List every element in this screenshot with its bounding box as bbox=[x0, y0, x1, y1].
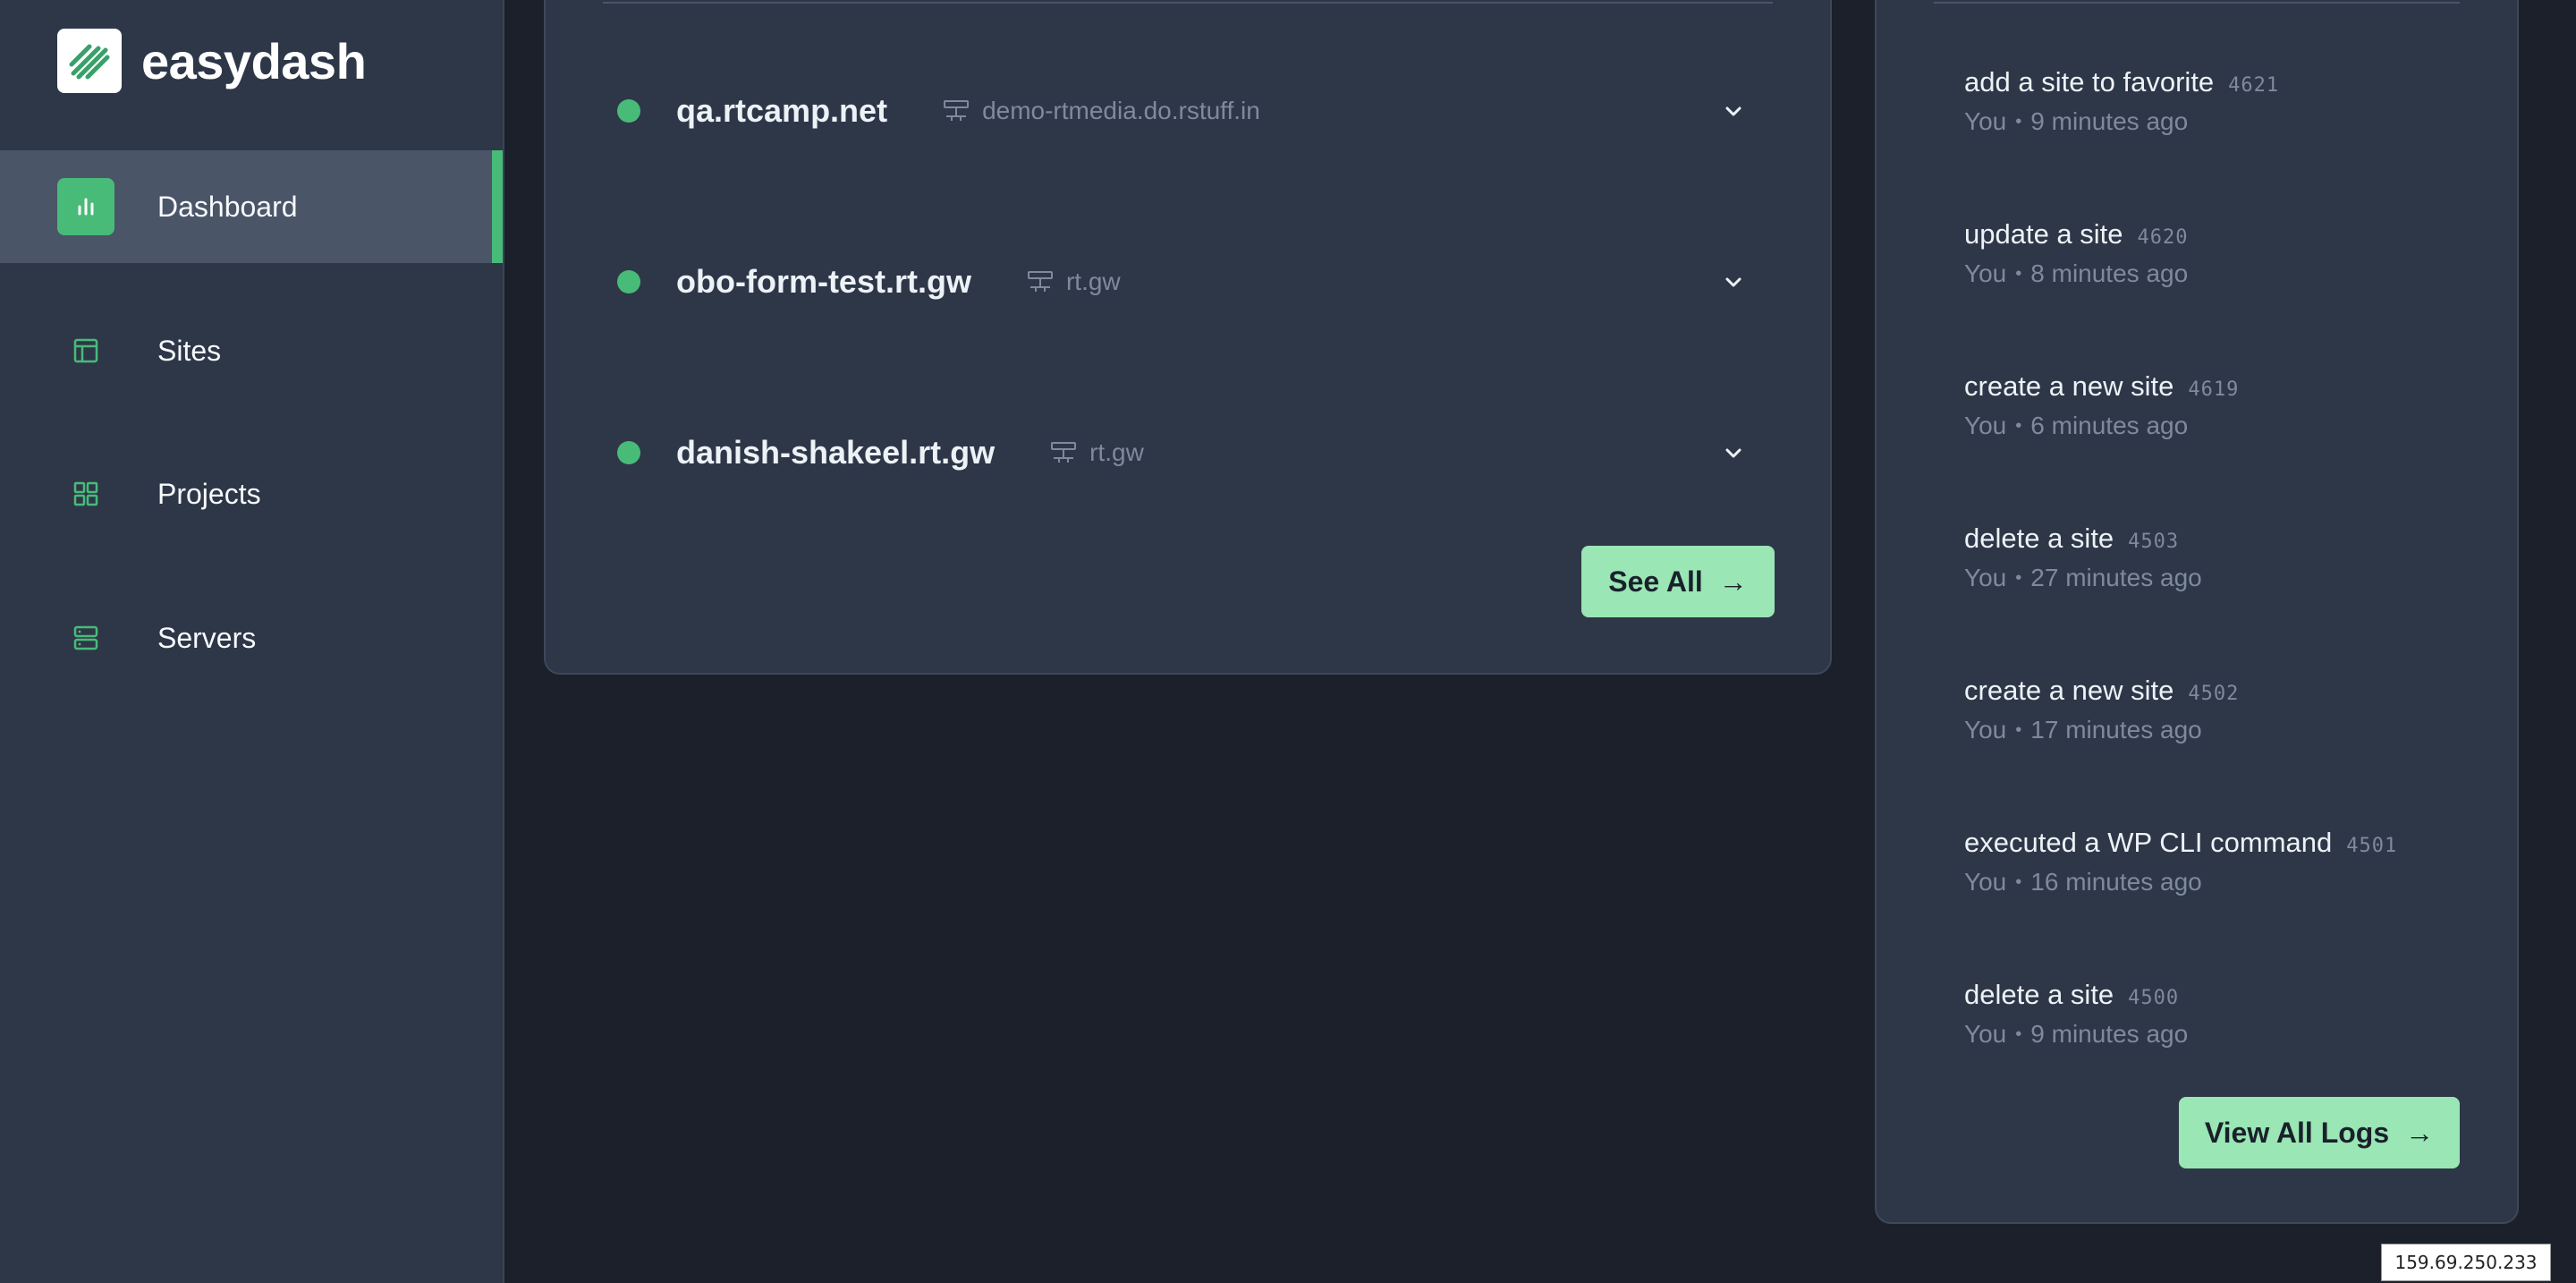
chevron-down-icon[interactable] bbox=[1723, 271, 1744, 297]
server-name: rt.gw bbox=[1089, 438, 1144, 466]
activity-logs-card: add a site to favorite 4621 You • 9 minu… bbox=[1875, 0, 2519, 1224]
site-name[interactable]: qa.rtcamp.net bbox=[676, 92, 887, 130]
log-action: executed a WP CLI command bbox=[1964, 827, 2333, 858]
log-time: 27 minutes ago bbox=[2030, 564, 2202, 591]
server-network-icon bbox=[1027, 270, 1054, 293]
chevron-down-icon[interactable] bbox=[1723, 442, 1744, 468]
log-id: 4500 bbox=[2128, 987, 2180, 1009]
sidebar-item-label: Sites bbox=[157, 334, 222, 367]
log-user: You bbox=[1964, 716, 2007, 743]
log-action: delete a site bbox=[1964, 979, 2114, 1010]
log-user: You bbox=[1964, 412, 2007, 439]
sidebar-item-projects[interactable]: Projects bbox=[0, 438, 503, 550]
log-action: add a site to favorite bbox=[1964, 66, 2215, 98]
server-network-icon bbox=[1050, 441, 1077, 464]
log-item: delete a site 4503 You • 27 minutes ago bbox=[1964, 523, 2483, 592]
log-id: 4619 bbox=[2188, 378, 2240, 401]
view-all-logs-label: View All Logs bbox=[2204, 1116, 2390, 1149]
ip-address-label: 159.69.250.233 bbox=[2381, 1244, 2551, 1281]
divider bbox=[1934, 2, 2460, 4]
status-dot bbox=[617, 270, 640, 293]
see-all-label: See All bbox=[1608, 565, 1703, 598]
sidebar-item-label: Servers bbox=[157, 621, 257, 654]
separator: • bbox=[2015, 567, 2022, 588]
separator: • bbox=[2015, 415, 2022, 436]
log-user: You bbox=[1964, 564, 2007, 591]
sidebar-item-dashboard[interactable]: Dashboard bbox=[0, 150, 503, 263]
status-dot bbox=[617, 99, 640, 123]
log-user: You bbox=[1964, 1020, 2007, 1048]
log-action: create a new site bbox=[1964, 370, 2174, 402]
sidebar-item-servers[interactable]: Servers bbox=[0, 582, 503, 694]
see-all-button[interactable]: See All → bbox=[1581, 546, 1775, 617]
separator: • bbox=[2015, 263, 2022, 284]
log-item: update a site 4620 You • 8 minutes ago bbox=[1964, 218, 2483, 288]
site-name[interactable]: danish-shakeel.rt.gw bbox=[676, 434, 995, 472]
log-id: 4620 bbox=[2137, 226, 2189, 249]
site-name[interactable]: obo-form-test.rt.gw bbox=[676, 263, 971, 301]
log-user: You bbox=[1964, 107, 2007, 135]
server-icon bbox=[57, 609, 114, 667]
log-item: executed a WP CLI command 4501 You • 16 … bbox=[1964, 827, 2483, 896]
log-id: 4621 bbox=[2228, 74, 2280, 97]
log-action: delete a site bbox=[1964, 523, 2114, 554]
site-row[interactable]: obo-form-test.rt.gw rt.gw bbox=[617, 255, 1758, 309]
server-name: demo-rtmedia.do.rstuff.in bbox=[982, 97, 1260, 124]
log-item: create a new site 4502 You • 17 minutes … bbox=[1964, 675, 2483, 744]
log-time: 17 minutes ago bbox=[2030, 716, 2202, 743]
log-id: 4501 bbox=[2346, 835, 2398, 857]
separator: • bbox=[2015, 871, 2022, 892]
sites-card: qa.rtcamp.net demo-rtmedia.do.rstuff.in … bbox=[544, 0, 1832, 675]
log-time: 9 minutes ago bbox=[2030, 1020, 2189, 1048]
log-item: add a site to favorite 4621 You • 9 minu… bbox=[1964, 66, 2483, 136]
divider bbox=[603, 2, 1773, 4]
separator: • bbox=[2015, 719, 2022, 740]
brand[interactable]: easydash bbox=[57, 28, 367, 94]
site-row[interactable]: qa.rtcamp.net demo-rtmedia.do.rstuff.in bbox=[617, 84, 1758, 138]
log-id: 4502 bbox=[2188, 683, 2240, 705]
site-row[interactable]: danish-shakeel.rt.gw rt.gw bbox=[617, 426, 1758, 480]
grid-icon bbox=[57, 465, 114, 523]
log-id: 4503 bbox=[2128, 531, 2180, 553]
log-action: create a new site bbox=[1964, 675, 2174, 706]
bar-chart-icon bbox=[57, 178, 114, 235]
arrow-right-icon: → bbox=[1718, 565, 1748, 598]
server-network-icon bbox=[943, 99, 970, 123]
brand-name: easydash bbox=[141, 32, 367, 89]
sidebar-item-label: Dashboard bbox=[157, 190, 298, 223]
log-action: update a site bbox=[1964, 218, 2123, 250]
sidebar-item-label: Projects bbox=[157, 477, 261, 510]
server-name: rt.gw bbox=[1065, 268, 1121, 295]
log-time: 8 minutes ago bbox=[2030, 259, 2189, 287]
log-time: 9 minutes ago bbox=[2030, 107, 2189, 135]
log-time: 6 minutes ago bbox=[2030, 412, 2189, 439]
log-time: 16 minutes ago bbox=[2030, 868, 2202, 896]
easydash-logo bbox=[57, 29, 122, 93]
log-item: delete a site 4500 You • 9 minutes ago bbox=[1964, 979, 2483, 1049]
arrow-right-icon: → bbox=[2405, 1116, 2435, 1149]
status-dot bbox=[617, 441, 640, 464]
chevron-down-icon[interactable] bbox=[1723, 100, 1744, 126]
sidebar: easydash Dashboard Sites Projects Server… bbox=[0, 0, 504, 1283]
log-user: You bbox=[1964, 259, 2007, 287]
layout-icon bbox=[57, 322, 114, 379]
view-all-logs-button[interactable]: View All Logs → bbox=[2179, 1097, 2460, 1168]
log-user: You bbox=[1964, 868, 2007, 896]
separator: • bbox=[2015, 1024, 2022, 1044]
log-item: create a new site 4619 You • 6 minutes a… bbox=[1964, 370, 2483, 440]
separator: • bbox=[2015, 111, 2022, 132]
sidebar-item-sites[interactable]: Sites bbox=[0, 294, 503, 407]
